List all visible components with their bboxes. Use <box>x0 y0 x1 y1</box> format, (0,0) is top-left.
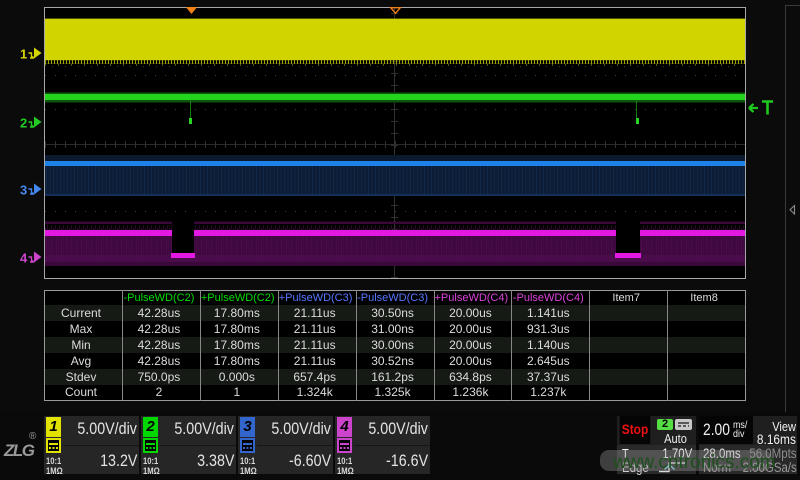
svg-text:3: 3 <box>20 183 27 198</box>
svg-text:ZLG: ZLG <box>3 441 35 460</box>
svg-text:®: ® <box>29 431 37 442</box>
svg-text:1: 1 <box>20 47 27 62</box>
svg-text:2: 2 <box>20 116 27 131</box>
svg-text:4: 4 <box>20 251 28 266</box>
